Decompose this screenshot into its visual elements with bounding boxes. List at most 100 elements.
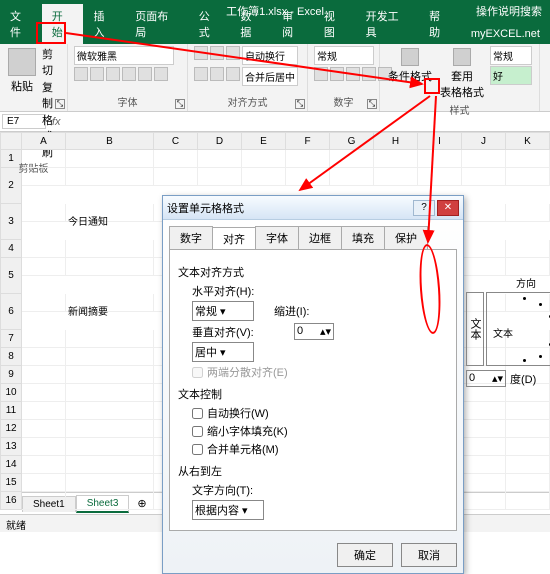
percent-icon[interactable] (330, 67, 344, 81)
cell[interactable] (418, 150, 462, 168)
row-header[interactable]: 16 (0, 492, 22, 510)
paste-button[interactable]: 粘贴 (6, 46, 38, 96)
cell[interactable] (66, 492, 154, 510)
border-icon[interactable] (122, 67, 136, 81)
dialog-tab-border[interactable]: 边框 (298, 226, 342, 249)
cell[interactable] (66, 384, 154, 402)
table-format-button[interactable]: 套用 表格格式 (438, 46, 486, 102)
dialog-help-button[interactable]: ? (413, 200, 435, 216)
cell[interactable] (66, 420, 154, 438)
row-header[interactable]: 15 (0, 474, 22, 492)
cell[interactable] (506, 150, 550, 168)
row-header[interactable]: 9 (0, 366, 22, 384)
cell[interactable] (462, 258, 506, 276)
wrap-checkbox[interactable] (192, 408, 203, 419)
dialog-tab-fill[interactable]: 填充 (341, 226, 385, 249)
cell[interactable] (22, 492, 66, 510)
cell[interactable] (374, 168, 418, 186)
degree-spinner[interactable]: 0▴▾ (466, 370, 506, 387)
cell-b3[interactable]: 今日通知 (66, 204, 154, 222)
dialog-tab-number[interactable]: 数字 (169, 226, 213, 249)
cell[interactable] (22, 330, 66, 348)
cell[interactable] (462, 150, 506, 168)
cell[interactable] (462, 438, 506, 456)
col-header[interactable]: K (506, 132, 550, 150)
cell[interactable] (506, 258, 550, 276)
fill-color-icon[interactable] (138, 67, 152, 81)
col-header[interactable]: I (418, 132, 462, 150)
cell[interactable] (462, 204, 506, 222)
cell[interactable] (22, 294, 66, 312)
align-right-icon[interactable] (226, 67, 240, 81)
cell[interactable] (66, 366, 154, 384)
cell[interactable] (374, 150, 418, 168)
col-header[interactable]: E (242, 132, 286, 150)
align-bot-icon[interactable] (226, 46, 240, 60)
style-good[interactable]: 好 (490, 66, 532, 85)
cell[interactable] (462, 456, 506, 474)
tab-myexcel[interactable]: myEXCEL.net (461, 24, 550, 44)
shrink-checkbox[interactable] (192, 426, 203, 437)
cell[interactable] (462, 168, 506, 186)
row-header[interactable]: 8 (0, 348, 22, 366)
cell[interactable] (198, 168, 242, 186)
cell[interactable] (22, 348, 66, 366)
cell[interactable] (286, 168, 330, 186)
cell[interactable] (330, 150, 374, 168)
cell[interactable] (22, 204, 66, 222)
font-launcher[interactable]: ⤡ (175, 99, 185, 109)
cell[interactable] (242, 150, 286, 168)
indent-spinner[interactable]: 0▴▾ (294, 323, 334, 340)
underline-icon[interactable] (106, 67, 120, 81)
cell[interactable] (506, 402, 550, 420)
align-left-icon[interactable] (194, 67, 208, 81)
cell[interactable] (66, 474, 154, 492)
col-header[interactable]: J (462, 132, 506, 150)
cell[interactable] (462, 402, 506, 420)
dec-inc-icon[interactable] (362, 67, 376, 81)
cell[interactable] (66, 348, 154, 366)
col-header[interactable]: B (66, 132, 154, 150)
cell[interactable] (198, 150, 242, 168)
cond-format-button[interactable]: 条件格式 (386, 46, 434, 86)
cell[interactable] (66, 150, 154, 168)
comma-icon[interactable] (346, 67, 360, 81)
tab-layout[interactable]: 页面布局 (125, 4, 188, 44)
cell[interactable] (66, 438, 154, 456)
cell[interactable] (242, 168, 286, 186)
row-header[interactable]: 12 (0, 420, 22, 438)
row-header[interactable]: 5 (0, 258, 22, 294)
col-header[interactable]: D (198, 132, 242, 150)
cell[interactable] (66, 402, 154, 420)
cancel-button[interactable]: 取消 (401, 543, 457, 567)
cell[interactable] (22, 258, 66, 276)
dialog-tab-align[interactable]: 对齐 (212, 227, 256, 250)
currency-icon[interactable] (314, 67, 328, 81)
cell[interactable] (66, 240, 154, 258)
row-header[interactable]: 3 (0, 204, 22, 240)
cell[interactable] (22, 240, 66, 258)
cell[interactable] (506, 438, 550, 456)
italic-icon[interactable] (90, 67, 104, 81)
row-header[interactable]: 6 (0, 294, 22, 330)
row-header[interactable]: 13 (0, 438, 22, 456)
cell[interactable] (66, 258, 154, 276)
dialog-close-button[interactable]: ✕ (437, 200, 459, 216)
cell[interactable] (22, 456, 66, 474)
cell[interactable] (22, 150, 66, 168)
cell[interactable] (22, 474, 66, 492)
tab-formulas[interactable]: 公式 (189, 4, 231, 44)
text-dir-select[interactable]: 根据内容 ▾ (192, 500, 264, 520)
cell[interactable] (22, 438, 66, 456)
cell[interactable] (22, 366, 66, 384)
tab-help[interactable]: 帮助 (419, 4, 461, 44)
cell[interactable] (22, 402, 66, 420)
align-top-icon[interactable] (194, 46, 208, 60)
cell[interactable] (418, 168, 462, 186)
align-launcher[interactable]: ⤡ (295, 99, 305, 109)
cell-b6[interactable]: 新闻摘要 (66, 294, 154, 312)
cell[interactable] (506, 240, 550, 258)
font-name-select[interactable]: 微软雅黑 (74, 46, 174, 65)
cell[interactable] (506, 204, 550, 222)
help-search[interactable]: 操作说明搜索 (476, 3, 542, 19)
